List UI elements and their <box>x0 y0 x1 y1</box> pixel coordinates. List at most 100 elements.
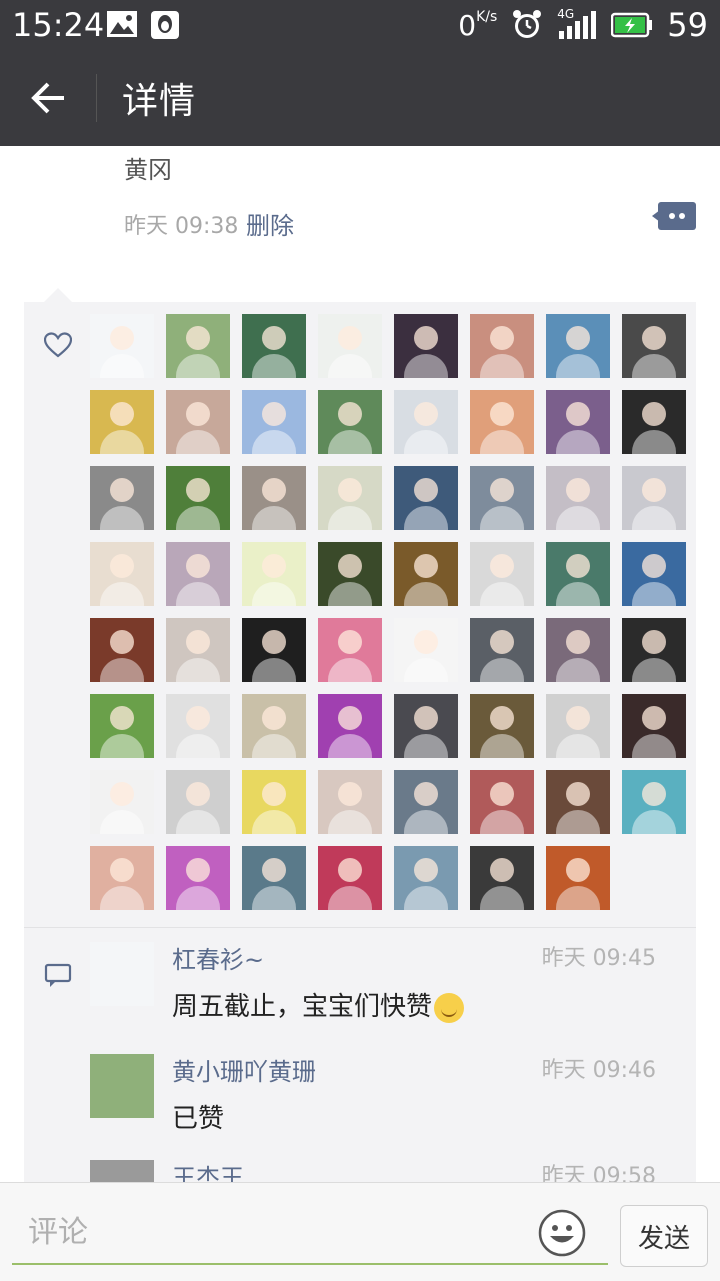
like-avatar[interactable] <box>242 694 306 758</box>
like-avatar[interactable] <box>318 466 382 530</box>
like-avatar[interactable] <box>166 694 230 758</box>
like-avatar[interactable] <box>394 770 458 834</box>
like-avatar[interactable] <box>318 846 382 910</box>
post-time: 昨天 09:38 <box>124 214 239 239</box>
like-avatar[interactable] <box>318 314 382 378</box>
like-avatar[interactable] <box>470 542 534 606</box>
like-avatar[interactable] <box>318 390 382 454</box>
like-avatar[interactable] <box>394 542 458 606</box>
like-avatar[interactable] <box>166 542 230 606</box>
comment-bubble-icon[interactable] <box>652 202 696 230</box>
like-avatar[interactable] <box>242 390 306 454</box>
like-avatar[interactable] <box>546 846 610 910</box>
post-location: 黄冈 <box>124 156 172 184</box>
like-avatar[interactable] <box>394 314 458 378</box>
avatar-body <box>632 810 676 834</box>
avatar-head <box>490 858 514 882</box>
avatar-head <box>110 554 134 578</box>
avatar-body <box>632 582 676 606</box>
like-avatar[interactable] <box>394 618 458 682</box>
like-avatar[interactable] <box>318 618 382 682</box>
arrow-left-icon[interactable] <box>24 74 72 122</box>
avatar-body <box>328 734 372 758</box>
like-avatar[interactable] <box>622 618 686 682</box>
like-avatar[interactable] <box>166 390 230 454</box>
like-avatar[interactable] <box>90 846 154 910</box>
comment-avatar[interactable] <box>90 1160 154 1182</box>
avatar-head <box>186 326 210 350</box>
comment-text: 周五截止，宝宝们快赞 <box>172 986 465 1023</box>
like-avatar[interactable] <box>166 314 230 378</box>
like-avatar[interactable] <box>394 390 458 454</box>
like-avatar[interactable] <box>394 694 458 758</box>
comment-avatar[interactable] <box>90 1054 154 1118</box>
avatar-body <box>176 430 220 454</box>
avatar-body <box>100 506 144 530</box>
like-avatar[interactable] <box>622 694 686 758</box>
comment-author[interactable]: 杠春衫~ <box>172 940 264 975</box>
like-avatar[interactable] <box>470 314 534 378</box>
like-avatar[interactable] <box>90 618 154 682</box>
like-avatar[interactable] <box>546 390 610 454</box>
avatar-body <box>100 354 144 378</box>
avatar-head <box>110 706 134 730</box>
avatar-head <box>110 478 134 502</box>
like-avatar[interactable] <box>470 846 534 910</box>
like-avatar[interactable] <box>546 618 610 682</box>
avatar-body <box>404 658 448 682</box>
comment-author[interactable]: 黄小珊吖黄珊 <box>172 1052 316 1087</box>
like-avatar[interactable] <box>546 694 610 758</box>
like-avatar[interactable] <box>622 390 686 454</box>
like-avatar[interactable] <box>470 390 534 454</box>
like-avatar[interactable] <box>242 466 306 530</box>
like-avatar[interactable] <box>318 770 382 834</box>
like-avatar[interactable] <box>90 694 154 758</box>
like-avatar[interactable] <box>470 694 534 758</box>
like-avatar[interactable] <box>242 770 306 834</box>
delete-button[interactable]: 删除 <box>246 206 294 241</box>
like-avatar[interactable] <box>166 618 230 682</box>
like-avatar[interactable] <box>90 542 154 606</box>
like-avatar[interactable] <box>470 618 534 682</box>
like-avatar[interactable] <box>546 314 610 378</box>
like-avatar[interactable] <box>470 466 534 530</box>
like-avatar[interactable] <box>166 846 230 910</box>
like-avatar[interactable] <box>90 466 154 530</box>
like-avatar[interactable] <box>90 314 154 378</box>
avatar-head <box>566 706 590 730</box>
like-avatar[interactable] <box>242 846 306 910</box>
like-avatar[interactable] <box>546 542 610 606</box>
avatar-body <box>252 582 296 606</box>
like-avatar[interactable] <box>166 770 230 834</box>
like-avatar[interactable] <box>318 694 382 758</box>
like-avatar[interactable] <box>242 618 306 682</box>
comment-bar: 发送 <box>0 1182 720 1281</box>
comment-author[interactable]: 王杰王 <box>172 1158 244 1182</box>
comment-input[interactable] <box>12 1201 608 1265</box>
like-avatar[interactable] <box>622 542 686 606</box>
send-button[interactable]: 发送 <box>620 1205 708 1267</box>
avatar-head <box>186 478 210 502</box>
like-avatar[interactable] <box>166 466 230 530</box>
like-avatar[interactable] <box>242 542 306 606</box>
like-avatar[interactable] <box>394 466 458 530</box>
like-avatar[interactable] <box>546 770 610 834</box>
like-avatar[interactable] <box>546 466 610 530</box>
like-avatar[interactable] <box>470 770 534 834</box>
like-avatar[interactable] <box>318 542 382 606</box>
like-avatar[interactable] <box>90 390 154 454</box>
like-avatar[interactable] <box>622 466 686 530</box>
avatar-head <box>414 630 438 654</box>
like-avatar[interactable] <box>622 770 686 834</box>
like-avatar[interactable] <box>622 314 686 378</box>
avatar-body <box>404 430 448 454</box>
like-avatar[interactable] <box>242 314 306 378</box>
avatar-head <box>490 402 514 426</box>
like-avatar[interactable] <box>90 770 154 834</box>
like-avatar[interactable] <box>394 846 458 910</box>
smiley-face-icon[interactable] <box>538 1209 586 1257</box>
avatar-head <box>262 554 286 578</box>
alarm-clock-icon <box>513 10 542 38</box>
comment-avatar[interactable] <box>90 942 154 1006</box>
avatar-head <box>642 326 666 350</box>
